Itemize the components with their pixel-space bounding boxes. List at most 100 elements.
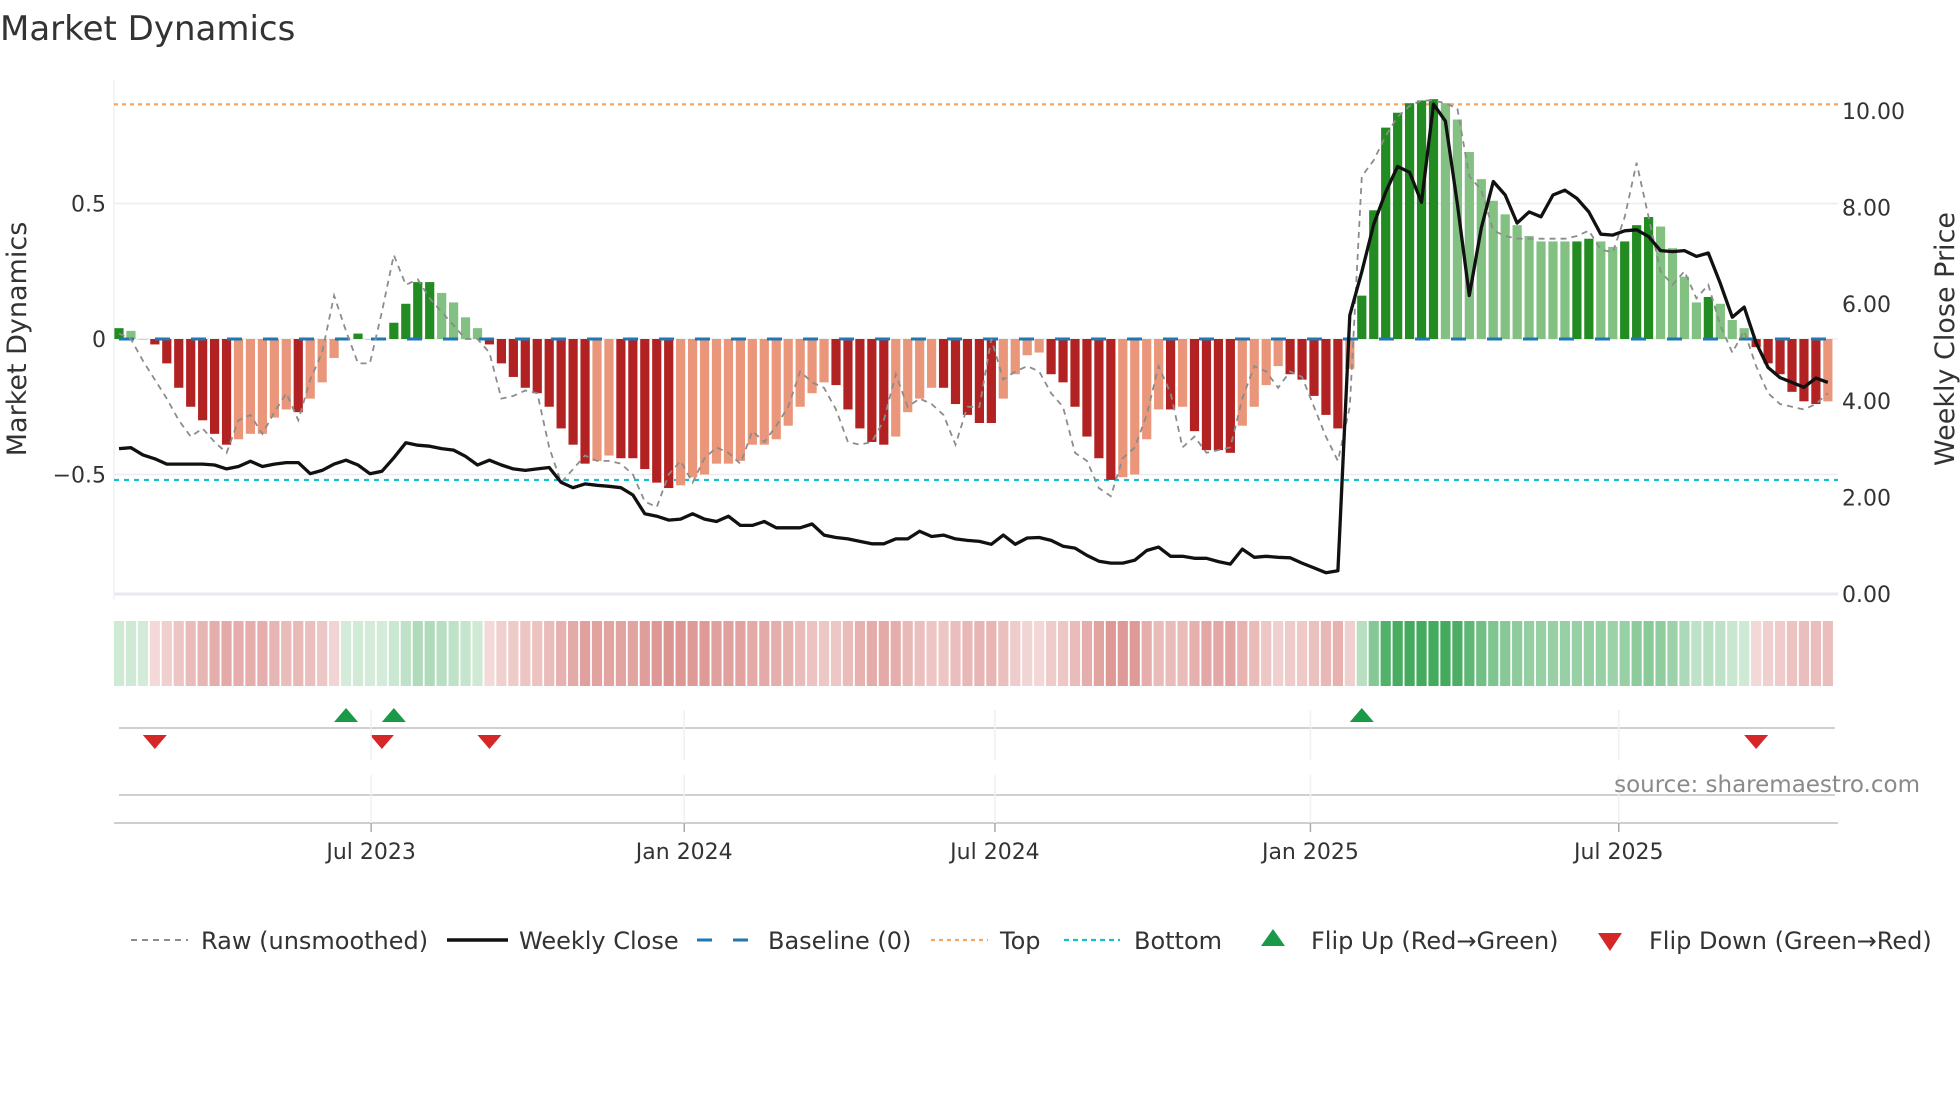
regime-cell <box>902 621 913 686</box>
dynamics-bar <box>1775 339 1785 375</box>
left-axis-ticks: 0.5 0 −0.5 <box>53 193 106 489</box>
regime-cell <box>1165 621 1176 686</box>
raw-unsmoothed-line <box>118 99 1829 509</box>
regime-cell <box>448 621 459 686</box>
flip-up-marker <box>334 708 359 722</box>
dynamics-bar <box>293 339 303 413</box>
chart-title: Market Dynamics <box>0 9 295 49</box>
regime-cell <box>1225 621 1236 686</box>
dynamics-bar <box>1261 339 1271 386</box>
regime-cell <box>1237 621 1248 686</box>
flip-down-marker <box>369 735 394 749</box>
dynamics-bar <box>962 339 973 415</box>
regime-cell <box>1308 621 1320 686</box>
regime-cell <box>615 621 626 686</box>
regime-cell <box>651 621 662 686</box>
left-tick-label: 0 <box>92 328 106 353</box>
regime-cell <box>1320 621 1332 686</box>
dynamics-bar <box>1655 226 1666 339</box>
dynamics-bar <box>1309 339 1319 396</box>
dynamics-bar <box>257 339 267 434</box>
right-tick-label: 10.00 <box>1842 100 1905 125</box>
regime-cell <box>1715 621 1726 686</box>
regime-cell <box>352 621 364 686</box>
dynamics-bar <box>389 322 399 339</box>
right-tick-label: 2.00 <box>1842 486 1891 511</box>
dynamics-bar <box>1213 339 1223 451</box>
regime-cell <box>1416 621 1427 686</box>
regime-cell <box>1022 621 1033 686</box>
dynamics-bar <box>1022 339 1032 356</box>
regime-cell <box>269 621 280 686</box>
dynamics-bar <box>1177 339 1188 407</box>
regime-cell <box>544 621 555 686</box>
regime-cell <box>1380 621 1391 686</box>
regime-cell <box>1332 621 1343 686</box>
dynamics-bar <box>174 339 184 388</box>
regime-cell <box>460 621 471 686</box>
regime-cell <box>1057 621 1069 686</box>
regime-cell <box>508 621 519 686</box>
regime-cell <box>245 621 256 686</box>
regime-cell <box>1535 621 1547 686</box>
regime-cell <box>197 621 208 686</box>
regime-cell <box>305 621 316 686</box>
dynamics-bar <box>1620 241 1630 339</box>
dynamics-bar <box>1130 339 1140 475</box>
source-note: source: sharemaestro.com <box>1614 772 1920 798</box>
regime-cell <box>1774 621 1786 686</box>
regime-cell <box>1285 621 1296 686</box>
left-tick-label: −0.5 <box>53 464 106 489</box>
dynamics-bar <box>186 339 196 407</box>
regime-cell <box>1368 621 1379 686</box>
legend-top-label: Top <box>999 927 1041 955</box>
dynamics-bar <box>580 339 590 464</box>
regime-cell <box>185 621 196 686</box>
dynamics-bar <box>1034 339 1044 353</box>
regime-cell <box>723 621 734 686</box>
dynamics-bar <box>1823 339 1833 402</box>
dynamics-bar <box>807 339 817 394</box>
regime-cell <box>1046 621 1057 686</box>
regime-cell <box>329 621 340 686</box>
regime-cell <box>556 621 567 686</box>
dynamics-bar <box>879 339 889 445</box>
x-tick-label: Jul 2024 <box>948 840 1040 865</box>
regime-cell <box>1428 621 1439 686</box>
dynamics-bar <box>532 339 542 394</box>
dynamics-bar <box>950 339 961 405</box>
regime-cell <box>639 621 650 686</box>
regime-cell <box>1691 621 1702 686</box>
regime-cell <box>699 621 710 686</box>
dynamics-bar <box>413 282 423 339</box>
dynamics-bar <box>1536 241 1546 339</box>
dynamics-bar <box>1691 302 1701 339</box>
regime-cell <box>663 621 674 686</box>
dynamics-bar <box>723 339 734 464</box>
dynamics-bar <box>1405 103 1415 339</box>
regime-cell <box>675 621 686 686</box>
dynamics-bar <box>867 339 877 442</box>
regime-cell <box>735 621 746 686</box>
regime-cell <box>1034 621 1045 686</box>
flip-up-marker <box>1349 708 1374 722</box>
regime-cell <box>436 621 447 686</box>
dynamics-bar <box>1249 339 1259 407</box>
dynamics-bar <box>1273 339 1283 367</box>
right-tick-label: 6.00 <box>1842 293 1891 318</box>
regime-cell <box>1153 621 1164 686</box>
dynamics-bar <box>1416 100 1427 340</box>
dynamics-bar <box>688 339 698 478</box>
regime-cell <box>1010 621 1021 686</box>
regime-cell <box>257 621 268 686</box>
legend-flip-down-icon <box>1598 933 1622 951</box>
dynamics-bar <box>604 339 614 456</box>
regime-cell <box>914 621 925 686</box>
regime-cell <box>1273 621 1284 686</box>
dynamics-bar <box>1082 339 1092 437</box>
regime-cell <box>783 621 794 686</box>
dynamics-bar <box>1106 339 1116 480</box>
regime-cell <box>818 621 830 686</box>
regime-cell <box>1595 621 1606 686</box>
regime-cell <box>950 621 961 686</box>
